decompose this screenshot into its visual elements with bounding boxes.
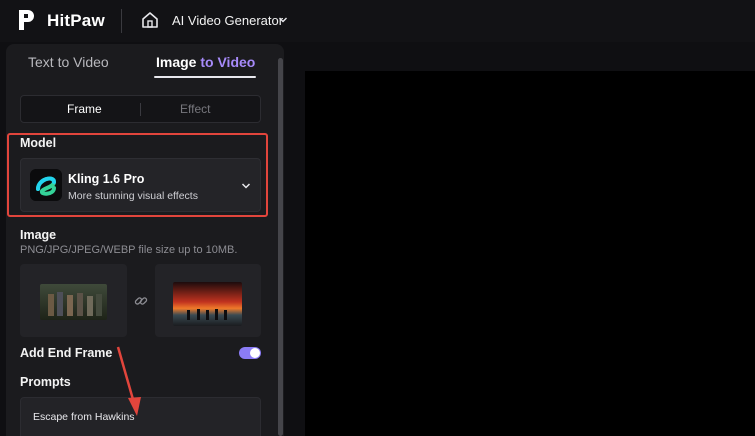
prompt-text: Escape from Hawkins <box>33 411 135 423</box>
nav-title[interactable]: AI Video Generator <box>172 13 283 28</box>
model-select[interactable]: Kling 1.6 Pro More stunning visual effec… <box>20 158 261 212</box>
add-end-frame-toggle[interactable] <box>239 347 261 359</box>
end-frame-thumbnail <box>173 282 242 326</box>
image-label: Image <box>20 228 57 242</box>
start-frame-upload[interactable] <box>20 264 127 337</box>
video-preview-area <box>305 71 755 436</box>
kling-model-icon <box>30 169 62 201</box>
link-icon <box>134 297 148 305</box>
add-end-frame-label: Add End Frame <box>20 346 113 360</box>
frame-effect-switch: Frame Effect <box>20 95 261 123</box>
model-label: Model <box>20 136 57 150</box>
tab-text-to-video[interactable]: Text to Video <box>28 54 109 70</box>
hitpaw-logo-icon[interactable] <box>17 8 37 32</box>
segment-frame[interactable]: Frame <box>67 102 102 116</box>
home-icon[interactable] <box>141 11 159 29</box>
toggle-knob <box>250 348 260 358</box>
top-bar: HitPaw AI Video Generator <box>0 0 755 42</box>
active-tab-underline <box>154 76 256 78</box>
prompts-label: Prompts <box>20 375 71 389</box>
tab-image-label-prefix: Image <box>156 54 201 70</box>
end-frame-upload[interactable] <box>155 264 261 337</box>
top-divider <box>121 9 122 33</box>
prompt-input[interactable]: Escape from Hawkins <box>20 397 261 436</box>
tab-image-to-video[interactable]: Image to Video <box>156 54 255 70</box>
generator-panel: Text to Video Image to Video Frame Effec… <box>6 44 284 436</box>
start-frame-thumbnail <box>40 284 107 320</box>
image-format-hint: PNG/JPG/JPEG/WEBP file size up to 10MB. <box>20 244 238 256</box>
model-name: Kling 1.6 Pro <box>68 172 145 186</box>
panel-scrollbar[interactable] <box>278 58 283 436</box>
segment-divider <box>140 103 141 116</box>
model-description: More stunning visual effects <box>68 190 198 202</box>
chevron-down-icon[interactable] <box>278 15 288 25</box>
chevron-down-icon[interactable] <box>241 181 251 191</box>
segment-effect[interactable]: Effect <box>180 102 210 116</box>
brand-name: HitPaw <box>47 11 105 30</box>
tab-image-label-accent: to Video <box>200 54 256 70</box>
